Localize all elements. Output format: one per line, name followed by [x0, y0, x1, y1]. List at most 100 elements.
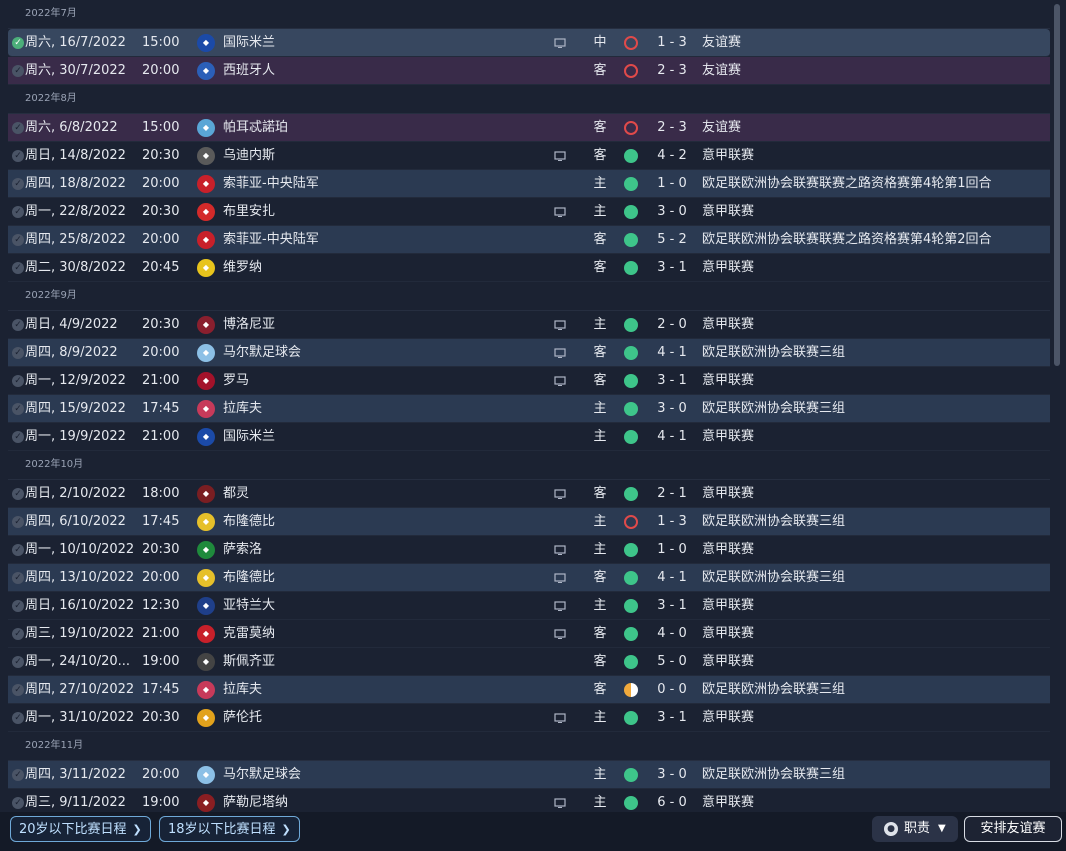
- opponent-name[interactable]: 马尔默足球会: [223, 761, 523, 789]
- competition-name[interactable]: 欧足联欧洲协会联赛联赛之路资格赛第4轮第2回合: [702, 226, 1047, 254]
- fixture-row[interactable]: ✓ 周四, 8/9/2022 20:00 ◆ 马尔默足球会 客 4 - 1 欧足联欧洲协会联赛…: [8, 339, 1050, 367]
- competition-name[interactable]: 友谊赛: [702, 57, 1047, 85]
- match-score[interactable]: 2 - 3: [653, 57, 691, 85]
- opponent-name[interactable]: 拉库夫: [223, 395, 523, 423]
- match-score[interactable]: 3 - 1: [653, 254, 691, 282]
- match-score[interactable]: 1 - 0: [653, 536, 691, 564]
- opponent-name[interactable]: 萨索洛: [223, 536, 523, 564]
- match-score[interactable]: 1 - 3: [653, 29, 691, 57]
- match-score[interactable]: 0 - 0: [653, 676, 691, 704]
- match-score[interactable]: 3 - 1: [653, 367, 691, 395]
- competition-name[interactable]: 友谊赛: [702, 114, 1047, 142]
- fixture-row[interactable]: ✓ 周一, 19/9/2022 21:00 ◆ 国际米兰 主 4 - 1 意甲联赛: [8, 423, 1050, 451]
- competition-name[interactable]: 意甲联赛: [702, 367, 1047, 395]
- fixture-row[interactable]: ✓ 周一, 10/10/2022 20:30 ◆ 萨索洛 主 1 - 0 意甲联赛: [8, 536, 1050, 564]
- opponent-name[interactable]: 国际米兰: [223, 29, 523, 57]
- opponent-name[interactable]: 国际米兰: [223, 423, 523, 451]
- match-score[interactable]: 4 - 2: [653, 142, 691, 170]
- check-icon: ✓: [12, 656, 24, 668]
- fixture-row[interactable]: ✓ 周日, 2/10/2022 18:00 ◆ 都灵 客 2 - 1 意甲联赛: [8, 480, 1050, 508]
- competition-name[interactable]: 意甲联赛: [702, 648, 1047, 676]
- opponent-name[interactable]: 布隆德比: [223, 508, 523, 536]
- competition-name[interactable]: 意甲联赛: [702, 142, 1047, 170]
- competition-name[interactable]: 意甲联赛: [702, 704, 1047, 732]
- club-badge-icon: ◆: [197, 597, 215, 615]
- match-score[interactable]: 3 - 0: [653, 395, 691, 423]
- match-score[interactable]: 3 - 1: [653, 592, 691, 620]
- competition-name[interactable]: 欧足联欧洲协会联赛三组: [702, 564, 1047, 592]
- competition-name[interactable]: 欧足联欧洲协会联赛三组: [702, 339, 1047, 367]
- fixture-row[interactable]: ✓ 周二, 30/8/2022 20:45 ◆ 维罗纳 客 3 - 1 意甲联赛: [8, 254, 1050, 282]
- fixture-row[interactable]: ✓ 周四, 18/8/2022 20:00 ◆ 索菲亚-中央陆军 主 1 - 0 欧足联欧洲协…: [8, 170, 1050, 198]
- opponent-name[interactable]: 拉库夫: [223, 676, 523, 704]
- match-score[interactable]: 1 - 3: [653, 508, 691, 536]
- fixture-row[interactable]: ✓ 周六, 6/8/2022 15:00 ◆ 帕耳忒諾珀 客 2 - 3 友谊赛: [8, 114, 1050, 142]
- u20-fixtures-button[interactable]: 20岁以下比赛日程 ❯: [10, 816, 151, 842]
- competition-name[interactable]: 欧足联欧洲协会联赛三组: [702, 508, 1047, 536]
- competition-name[interactable]: 欧足联欧洲协会联赛联赛之路资格赛第4轮第1回合: [702, 170, 1047, 198]
- fixture-row[interactable]: ✓ 周四, 25/8/2022 20:00 ◆ 索菲亚-中央陆军 客 5 - 2 欧足联欧洲协…: [8, 226, 1050, 254]
- arrange-friendly-button[interactable]: 安排友谊赛: [964, 816, 1062, 842]
- opponent-name[interactable]: 亚特兰大: [223, 592, 523, 620]
- fixture-row[interactable]: ✓ 周六, 16/7/2022 15:00 ◆ 国际米兰 中 1 - 3 友谊赛: [8, 29, 1050, 57]
- competition-name[interactable]: 意甲联赛: [702, 536, 1047, 564]
- competition-name[interactable]: 欧足联欧洲协会联赛三组: [702, 761, 1047, 789]
- match-score[interactable]: 4 - 1: [653, 423, 691, 451]
- competition-name[interactable]: 意甲联赛: [702, 480, 1047, 508]
- scrollbar[interactable]: [1054, 4, 1060, 366]
- match-score[interactable]: 5 - 0: [653, 648, 691, 676]
- competition-name[interactable]: 意甲联赛: [702, 592, 1047, 620]
- fixture-row[interactable]: ✓ 周日, 16/10/2022 12:30 ◆ 亚特兰大 主 3 - 1 意甲联赛: [8, 592, 1050, 620]
- opponent-name[interactable]: 帕耳忒諾珀: [223, 114, 523, 142]
- opponent-name[interactable]: 布隆德比: [223, 564, 523, 592]
- match-score[interactable]: 3 - 1: [653, 704, 691, 732]
- fixture-row[interactable]: ✓ 周一, 12/9/2022 21:00 ◆ 罗马 客 3 - 1 意甲联赛: [8, 367, 1050, 395]
- competition-name[interactable]: 意甲联赛: [702, 423, 1047, 451]
- match-score[interactable]: 4 - 1: [653, 339, 691, 367]
- fixture-row[interactable]: ✓ 周一, 22/8/2022 20:30 ◆ 布里安扎 主 3 - 0 意甲联赛: [8, 198, 1050, 226]
- opponent-name[interactable]: 都灵: [223, 480, 523, 508]
- competition-name[interactable]: 意甲联赛: [702, 254, 1047, 282]
- competition-name[interactable]: 意甲联赛: [702, 620, 1047, 648]
- match-score[interactable]: 2 - 1: [653, 480, 691, 508]
- fixture-row[interactable]: ✓ 周四, 3/11/2022 20:00 ◆ 马尔默足球会 主 3 - 0 欧足联欧洲协会联…: [8, 761, 1050, 789]
- match-score[interactable]: 3 - 0: [653, 761, 691, 789]
- match-score[interactable]: 4 - 0: [653, 620, 691, 648]
- fixture-row[interactable]: ✓ 周六, 30/7/2022 20:00 ◆ 西班牙人 客 2 - 3 友谊赛: [8, 57, 1050, 85]
- opponent-name[interactable]: 布里安扎: [223, 198, 523, 226]
- opponent-name[interactable]: 罗马: [223, 367, 523, 395]
- fixture-row[interactable]: ✓ 周日, 4/9/2022 20:30 ◆ 博洛尼亚 主 2 - 0 意甲联赛: [8, 311, 1050, 339]
- match-score[interactable]: 5 - 2: [653, 226, 691, 254]
- match-score[interactable]: 1 - 0: [653, 170, 691, 198]
- opponent-name[interactable]: 索菲亚-中央陆军: [223, 226, 523, 254]
- fixture-row[interactable]: ✓ 周一, 31/10/2022 20:30 ◆ 萨伦托 主 3 - 1 意甲联赛: [8, 704, 1050, 732]
- fixture-row[interactable]: ✓ 周四, 15/9/2022 17:45 ◆ 拉库夫 主 3 - 0 欧足联欧洲协会联赛三组: [8, 395, 1050, 423]
- u18-fixtures-button[interactable]: 18岁以下比赛日程 ❯: [159, 816, 300, 842]
- fixture-row[interactable]: ✓ 周日, 14/8/2022 20:30 ◆ 乌迪内斯 客 4 - 2 意甲联赛: [8, 142, 1050, 170]
- competition-name[interactable]: 友谊赛: [702, 29, 1047, 57]
- opponent-name[interactable]: 西班牙人: [223, 57, 523, 85]
- fixture-row[interactable]: ✓ 周四, 6/10/2022 17:45 ◆ 布隆德比 主 1 - 3 欧足联欧洲协会联赛三…: [8, 508, 1050, 536]
- fixture-row[interactable]: ✓ 周四, 27/10/2022 17:45 ◆ 拉库夫 客 0 - 0 欧足联欧洲协会联赛三…: [8, 676, 1050, 704]
- competition-name[interactable]: 意甲联赛: [702, 198, 1047, 226]
- opponent-name[interactable]: 克雷莫纳: [223, 620, 523, 648]
- competition-name[interactable]: 欧足联欧洲协会联赛三组: [702, 395, 1047, 423]
- opponent-name[interactable]: 博洛尼亚: [223, 311, 523, 339]
- fixture-row[interactable]: ✓ 周三, 19/10/2022 21:00 ◆ 克雷莫纳 客 4 - 0 意甲联赛: [8, 620, 1050, 648]
- duties-button[interactable]: ● 职责 ▼: [872, 816, 958, 842]
- opponent-name[interactable]: 马尔默足球会: [223, 339, 523, 367]
- opponent-name[interactable]: 乌迪内斯: [223, 142, 523, 170]
- match-score[interactable]: 3 - 0: [653, 198, 691, 226]
- match-score[interactable]: 2 - 0: [653, 311, 691, 339]
- match-score[interactable]: 2 - 3: [653, 114, 691, 142]
- result-icon: [624, 318, 638, 332]
- match-score[interactable]: 4 - 1: [653, 564, 691, 592]
- opponent-name[interactable]: 索菲亚-中央陆军: [223, 170, 523, 198]
- competition-name[interactable]: 欧足联欧洲协会联赛三组: [702, 676, 1047, 704]
- competition-name[interactable]: 意甲联赛: [702, 311, 1047, 339]
- opponent-name[interactable]: 萨伦托: [223, 704, 523, 732]
- opponent-name[interactable]: 维罗纳: [223, 254, 523, 282]
- fixture-row[interactable]: ✓ 周四, 13/10/2022 20:00 ◆ 布隆德比 客 4 - 1 欧足联欧洲协会联赛…: [8, 564, 1050, 592]
- fixture-row[interactable]: ✓ 周一, 24/10/20... 19:00 ◆ 斯佩齐亚 客 5 - 0 意甲联赛: [8, 648, 1050, 676]
- opponent-name[interactable]: 斯佩齐亚: [223, 648, 523, 676]
